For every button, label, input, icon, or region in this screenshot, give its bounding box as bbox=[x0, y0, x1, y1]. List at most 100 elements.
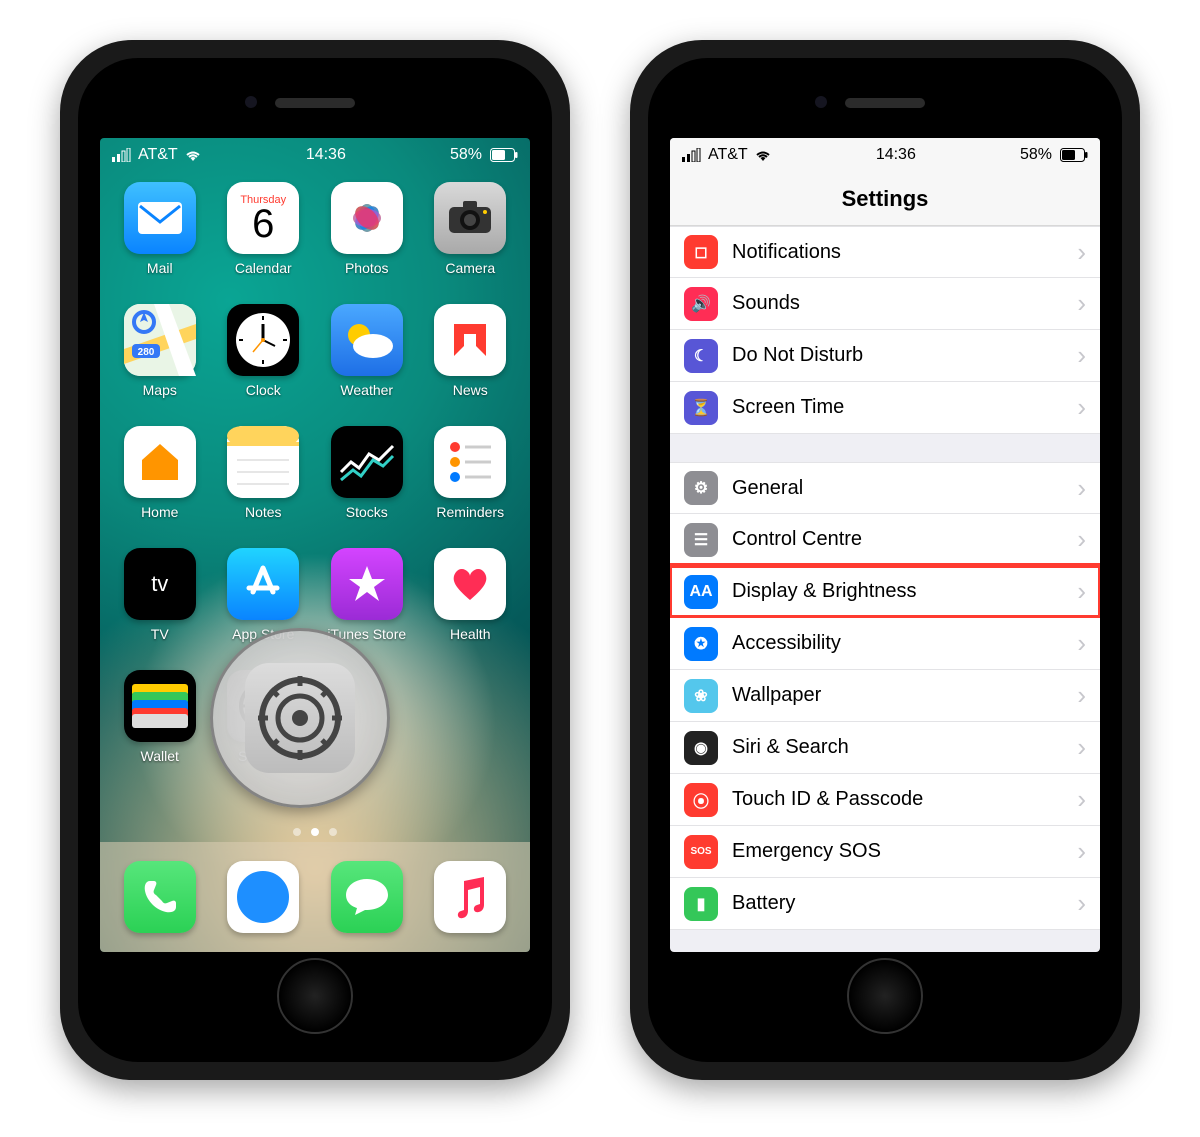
row-icon: ✪ bbox=[684, 627, 718, 661]
phone-left-inner: AT&T 14:36 58% Mail Thursday6Calendar Ph… bbox=[78, 58, 552, 1062]
battery-pct-label: 58% bbox=[450, 146, 482, 164]
camera-icon bbox=[434, 182, 506, 254]
mail-icon bbox=[124, 182, 196, 254]
app-weather[interactable]: Weather bbox=[319, 304, 415, 422]
home-button[interactable] bbox=[277, 958, 353, 1034]
app-tv[interactable]: tvTV bbox=[112, 548, 208, 666]
row-label: Emergency SOS bbox=[732, 840, 1063, 863]
settings-row-notifications[interactable]: ◻Notifications› bbox=[670, 226, 1100, 278]
music-icon bbox=[434, 861, 506, 933]
carrier-label: AT&T bbox=[138, 146, 178, 164]
settings-row-display-brightness[interactable]: AADisplay & Brightness› bbox=[670, 566, 1100, 618]
settings-row-touch-id-passcode[interactable]: ⦿Touch ID & Passcode› bbox=[670, 774, 1100, 826]
app-label: News bbox=[453, 382, 488, 398]
settings-row-emergency-sos[interactable]: SOSEmergency SOS› bbox=[670, 826, 1100, 878]
app-mail[interactable]: Mail bbox=[112, 182, 208, 300]
app-calendar[interactable]: Thursday6Calendar bbox=[216, 182, 312, 300]
settings-row-general[interactable]: ⚙General› bbox=[670, 462, 1100, 514]
wallet-icon bbox=[124, 670, 196, 742]
dock-app-safari[interactable] bbox=[212, 861, 316, 933]
chevron-right-icon: › bbox=[1077, 628, 1086, 659]
phone-icon bbox=[124, 861, 196, 933]
wifi-icon bbox=[754, 148, 772, 162]
app-label: Notes bbox=[245, 504, 282, 520]
calendar-daynum: 6 bbox=[252, 206, 274, 242]
app-maps[interactable]: 280Maps bbox=[112, 304, 208, 422]
app-label: Reminders bbox=[436, 504, 504, 520]
app-label: Camera bbox=[445, 260, 495, 276]
settings-row-wallpaper[interactable]: ❀Wallpaper› bbox=[670, 670, 1100, 722]
settings-row-sounds[interactable]: 🔊Sounds› bbox=[670, 278, 1100, 330]
app-notes[interactable]: Notes bbox=[216, 426, 312, 544]
app-photos[interactable]: Photos bbox=[319, 182, 415, 300]
app-label: Mail bbox=[147, 260, 173, 276]
clock-label: 14:36 bbox=[306, 146, 346, 164]
chevron-right-icon: › bbox=[1077, 340, 1086, 371]
phone-right: AT&T 14:36 58% Settings ◻Notifications›🔊… bbox=[630, 40, 1140, 1080]
app-clock[interactable]: Clock bbox=[216, 304, 312, 422]
row-icon: ⦿ bbox=[684, 783, 718, 817]
dock bbox=[100, 842, 530, 952]
reminders-icon bbox=[434, 426, 506, 498]
row-label: Siri & Search bbox=[732, 736, 1063, 759]
row-icon: ☰ bbox=[684, 523, 718, 557]
app-camera[interactable]: Camera bbox=[423, 182, 519, 300]
speaker-slit bbox=[845, 98, 925, 108]
row-icon: 🔊 bbox=[684, 287, 718, 321]
home-icon bbox=[124, 426, 196, 498]
app-reminders[interactable]: Reminders bbox=[423, 426, 519, 544]
app-home[interactable]: Home bbox=[112, 426, 208, 544]
front-camera bbox=[815, 96, 827, 108]
row-icon: ❀ bbox=[684, 679, 718, 713]
settings-row-control-centre[interactable]: ☰Control Centre› bbox=[670, 514, 1100, 566]
row-icon: ◉ bbox=[684, 731, 718, 765]
carrier-label: AT&T bbox=[708, 146, 748, 164]
dock-app-messages[interactable] bbox=[315, 861, 419, 933]
news-icon bbox=[434, 304, 506, 376]
app-wallet[interactable]: Wallet bbox=[112, 670, 208, 788]
app-news[interactable]: News bbox=[423, 304, 519, 422]
app-label: Maps bbox=[143, 382, 177, 398]
home-screen: AT&T 14:36 58% Mail Thursday6Calendar Ph… bbox=[100, 138, 530, 952]
app-label: Photos bbox=[345, 260, 389, 276]
phone-left: AT&T 14:36 58% Mail Thursday6Calendar Ph… bbox=[60, 40, 570, 1080]
group-separator bbox=[670, 434, 1100, 462]
signal-icon bbox=[682, 148, 702, 162]
photos-icon bbox=[331, 182, 403, 254]
home-button[interactable] bbox=[847, 958, 923, 1034]
row-label: Accessibility bbox=[732, 632, 1063, 655]
battery-pct-label: 58% bbox=[1020, 146, 1052, 164]
row-icon: ◻ bbox=[684, 235, 718, 269]
chevron-right-icon: › bbox=[1077, 680, 1086, 711]
chevron-right-icon: › bbox=[1077, 473, 1086, 504]
chevron-right-icon: › bbox=[1077, 576, 1086, 607]
settings-title: Settings bbox=[842, 186, 929, 212]
settings-row-siri-search[interactable]: ◉Siri & Search› bbox=[670, 722, 1100, 774]
settings-row-accessibility[interactable]: ✪ Accessibility › bbox=[670, 618, 1100, 670]
settings-row-battery[interactable]: ▮Battery› bbox=[670, 878, 1100, 930]
row-label: Screen Time bbox=[732, 396, 1063, 419]
status-bar: AT&T 14:36 58% bbox=[100, 138, 530, 172]
app-label: Calendar bbox=[235, 260, 292, 276]
dock-app-music[interactable] bbox=[419, 861, 523, 933]
settings-row-do-not-disturb[interactable]: ☾Do Not Disturb› bbox=[670, 330, 1100, 382]
settings-screen: AT&T 14:36 58% Settings ◻Notifications›🔊… bbox=[670, 138, 1100, 952]
dock-app-phone[interactable] bbox=[108, 861, 212, 933]
row-label: General bbox=[732, 477, 1063, 500]
tv-icon: tv bbox=[124, 548, 196, 620]
app-label: Health bbox=[450, 626, 490, 642]
app-stocks[interactable]: Stocks bbox=[319, 426, 415, 544]
row-label: Do Not Disturb bbox=[732, 344, 1063, 367]
row-icon: SOS bbox=[684, 835, 718, 869]
row-icon: ▮ bbox=[684, 887, 718, 921]
app-health[interactable]: Health bbox=[423, 548, 519, 666]
app-label: Wallet bbox=[141, 748, 179, 764]
appstore-icon bbox=[227, 548, 299, 620]
row-label: Battery bbox=[732, 892, 1063, 915]
settings-row-screen-time[interactable]: ⏳Screen Time› bbox=[670, 382, 1100, 434]
settings-icon-large[interactable] bbox=[245, 663, 355, 773]
page-indicator bbox=[100, 828, 530, 836]
settings-list[interactable]: ◻Notifications›🔊Sounds›☾Do Not Disturb›⏳… bbox=[670, 226, 1100, 952]
app-label: Home bbox=[141, 504, 178, 520]
chevron-right-icon: › bbox=[1077, 784, 1086, 815]
